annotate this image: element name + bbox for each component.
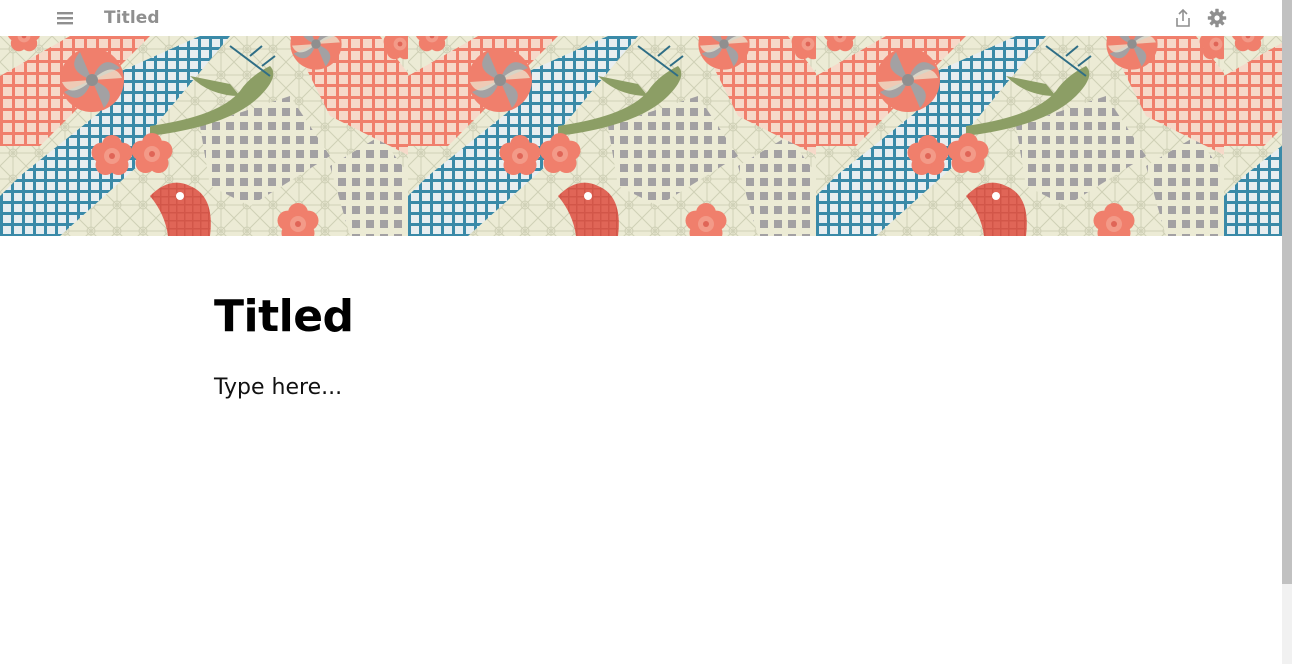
settings-button[interactable] [1206, 7, 1228, 29]
share-button[interactable] [1172, 7, 1194, 29]
scrollbar-thumb[interactable] [1282, 0, 1292, 584]
share-icon [1176, 8, 1190, 27]
banner-pattern-image [0, 36, 1282, 236]
gear-icon [1207, 8, 1227, 28]
page-title[interactable]: Titled [214, 291, 354, 342]
body-text-placeholder[interactable]: Type here... [214, 375, 342, 400]
menu-button[interactable] [53, 7, 77, 29]
document-title: Titled [104, 8, 160, 28]
app-window: Titled Titled Type here... [0, 0, 1292, 664]
hamburger-menu-icon [57, 12, 73, 25]
cover-banner[interactable] [0, 36, 1282, 236]
top-bar: Titled [0, 0, 1282, 36]
